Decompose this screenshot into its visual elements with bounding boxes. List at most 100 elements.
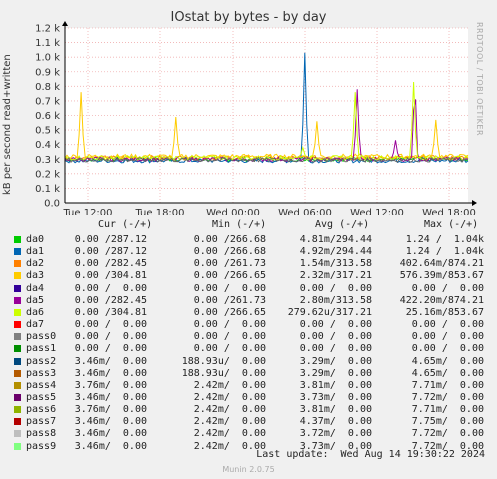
- legend-min: 188.93u/ 0.00: [181, 367, 266, 379]
- legend-cur: 3.46m/ 0.00: [74, 428, 147, 440]
- legend-name: da2: [26, 258, 45, 270]
- legend-min: 0.00 / 0.00: [193, 282, 266, 294]
- legend-max: 25.16m/853.67: [405, 306, 484, 318]
- legend-swatch: [14, 248, 21, 256]
- legend-swatch: [14, 430, 21, 438]
- legend-max: 7.71m/ 0.00: [411, 379, 484, 391]
- legend-min: 2.42m/ 0.00: [193, 379, 266, 391]
- legend-row: pass5 3.46m/ 0.00 2.42m/ 0.00 3.73m/ 0.00 7.…: [0, 392, 497, 404]
- legend-avg: 279.62u/317.21: [287, 306, 372, 318]
- legend-max: 1.24 / 1.04k: [405, 246, 484, 258]
- legend-name: pass5: [26, 391, 57, 403]
- legend-name: da7: [26, 319, 45, 331]
- x-tick-label: Tue 12:00: [62, 208, 112, 215]
- legend-swatch: [14, 333, 21, 341]
- legend-header-cur: Cur (-/+): [98, 219, 153, 230]
- legend-cur: 0.00 / 0.00: [74, 331, 147, 343]
- y-tick-label: 0.2 k: [35, 169, 60, 180]
- legend-name: pass1: [26, 343, 57, 355]
- legend-name: pass9: [26, 440, 57, 452]
- legend-cur: 3.46m/ 0.00: [74, 440, 147, 452]
- y-tick-label: 0.5 k: [35, 126, 60, 137]
- legend-header-max: Max (-/+): [424, 219, 479, 230]
- legend-swatch: [14, 236, 21, 243]
- legend-avg: 4.92m/294.44: [299, 246, 372, 258]
- legend-swatch: [14, 369, 21, 377]
- legend-max: 402.64m/874.21: [399, 258, 484, 270]
- legend-max: 0.00 / 0.00: [411, 343, 484, 355]
- legend-row: da5 0.00 /282.45 0.00 /261.73 2.80m/313.58 4…: [0, 295, 497, 307]
- legend-row: pass2 3.46m/ 0.00 188.93u/ 0.00 3.29m/ 0.00…: [0, 356, 497, 368]
- legend-row: pass1 0.00 / 0.00 0.00 / 0.00 0.00 / 0.00 0.…: [0, 343, 497, 355]
- legend-avg: 0.00 / 0.00: [299, 343, 372, 355]
- legend-max: 7.72m/ 0.00: [411, 428, 484, 440]
- legend-cur: 0.00 /282.45: [74, 294, 147, 306]
- legend-cur: 0.00 / 0.00: [74, 343, 147, 355]
- y-axis-arrow: [62, 21, 68, 26]
- legend-swatch: [14, 321, 21, 329]
- y-tick-label: 0.6 k: [35, 111, 60, 122]
- y-tick-label: 0.0: [44, 199, 60, 210]
- legend-name: da1: [26, 246, 45, 258]
- y-tick-label: 0.3 k: [35, 155, 60, 166]
- legend-swatch: [14, 357, 21, 365]
- legend-cur: 0.00 /287.12: [74, 234, 147, 245]
- legend-min: 0.00 /261.73: [193, 258, 266, 270]
- x-tick-label: Wed 18:00: [422, 208, 476, 215]
- legend-cur: 3.76m/ 0.00: [74, 379, 147, 391]
- legend-avg: 3.29m/ 0.00: [299, 355, 372, 367]
- legend-name: da6: [26, 306, 45, 318]
- legend-row: pass3 3.46m/ 0.00 188.93u/ 0.00 3.29m/ 0.00…: [0, 368, 497, 380]
- legend-min: 2.42m/ 0.00: [193, 440, 266, 452]
- legend-avg: 0.00 / 0.00: [299, 319, 372, 331]
- legend-cur: 3.76m/ 0.00: [74, 404, 147, 416]
- legend-max: 422.20m/874.21: [399, 294, 484, 306]
- legend-avg: 3.73m/ 0.00: [299, 391, 372, 403]
- legend-max: 4.65m/ 0.00: [411, 367, 484, 379]
- legend-cur: 0.00 / 0.00: [74, 282, 147, 294]
- legend-min: 0.00 / 0.00: [193, 343, 266, 355]
- legend-name: pass8: [26, 428, 57, 440]
- legend-max: 0.00 / 0.00: [411, 282, 484, 294]
- legend-cur: 3.46m/ 0.00: [74, 367, 147, 379]
- legend-cur: 0.00 /304.81: [74, 270, 147, 282]
- y-tick-label: 1.1 k: [35, 38, 60, 49]
- legend-max: 0.00 / 0.00: [411, 319, 484, 331]
- legend-row: da1 0.00 /287.12 0.00 /266.68 4.92m/294.44 1…: [0, 246, 497, 258]
- y-tick-label: 1.0 k: [35, 53, 60, 64]
- legend-swatch: [14, 308, 21, 316]
- legend-name: pass3: [26, 367, 57, 379]
- legend-swatch: [14, 406, 21, 414]
- y-tick-label: 0.9 k: [35, 67, 60, 78]
- legend-name: pass4: [26, 379, 57, 391]
- legend-min: 0.00 / 0.00: [193, 319, 266, 331]
- legend-row: da3 0.00 /304.81 0.00 /266.65 2.32m/317.21 5…: [0, 270, 497, 282]
- legend-min: 0.00 /266.68: [193, 234, 266, 245]
- legend-header-min: Min (-/+): [212, 219, 267, 230]
- legend-row: da0 0.00 /287.12 0.00 /266.68 4.81m/294.44 1…: [0, 234, 497, 246]
- legend-cur: 0.00 /304.81: [74, 306, 147, 318]
- legend-swatch: [14, 418, 21, 426]
- legend-header-avg: Avg (-/+): [315, 219, 370, 230]
- legend-avg: 3.81m/ 0.00: [299, 404, 372, 416]
- legend-row: da7 0.00 / 0.00 0.00 / 0.00 0.00 / 0.00 0.00…: [0, 319, 497, 331]
- y-tick-label: 0.4 k: [35, 140, 60, 151]
- legend-name: pass6: [26, 404, 57, 416]
- legend-max: 7.72m/ 0.00: [411, 391, 484, 403]
- x-axis-arrow: [472, 200, 477, 206]
- legend-avg: 4.37m/ 0.00: [299, 416, 372, 428]
- legend-avg: 1.54m/313.58: [299, 258, 372, 270]
- legend-cur: 0.00 /282.45: [74, 258, 147, 270]
- x-tick-label: Wed 12:00: [350, 208, 404, 215]
- y-tick-label: 0.8 k: [35, 82, 60, 93]
- legend-max: 7.71m/ 0.00: [411, 404, 484, 416]
- legend-row: pass4 3.76m/ 0.00 2.42m/ 0.00 3.81m/ 0.00 7.…: [0, 380, 497, 392]
- legend-cur: 3.46m/ 0.00: [74, 355, 147, 367]
- legend-swatch: [14, 345, 21, 353]
- legend-min: 2.42m/ 0.00: [193, 428, 266, 440]
- legend-max: 0.00 / 0.00: [411, 331, 484, 343]
- legend-avg: 0.00 / 0.00: [299, 331, 372, 343]
- legend-avg: 2.80m/313.58: [299, 294, 372, 306]
- legend-max: 4.65m/ 0.00: [411, 355, 484, 367]
- legend-row: da2 0.00 /282.45 0.00 /261.73 1.54m/313.58 4…: [0, 258, 497, 270]
